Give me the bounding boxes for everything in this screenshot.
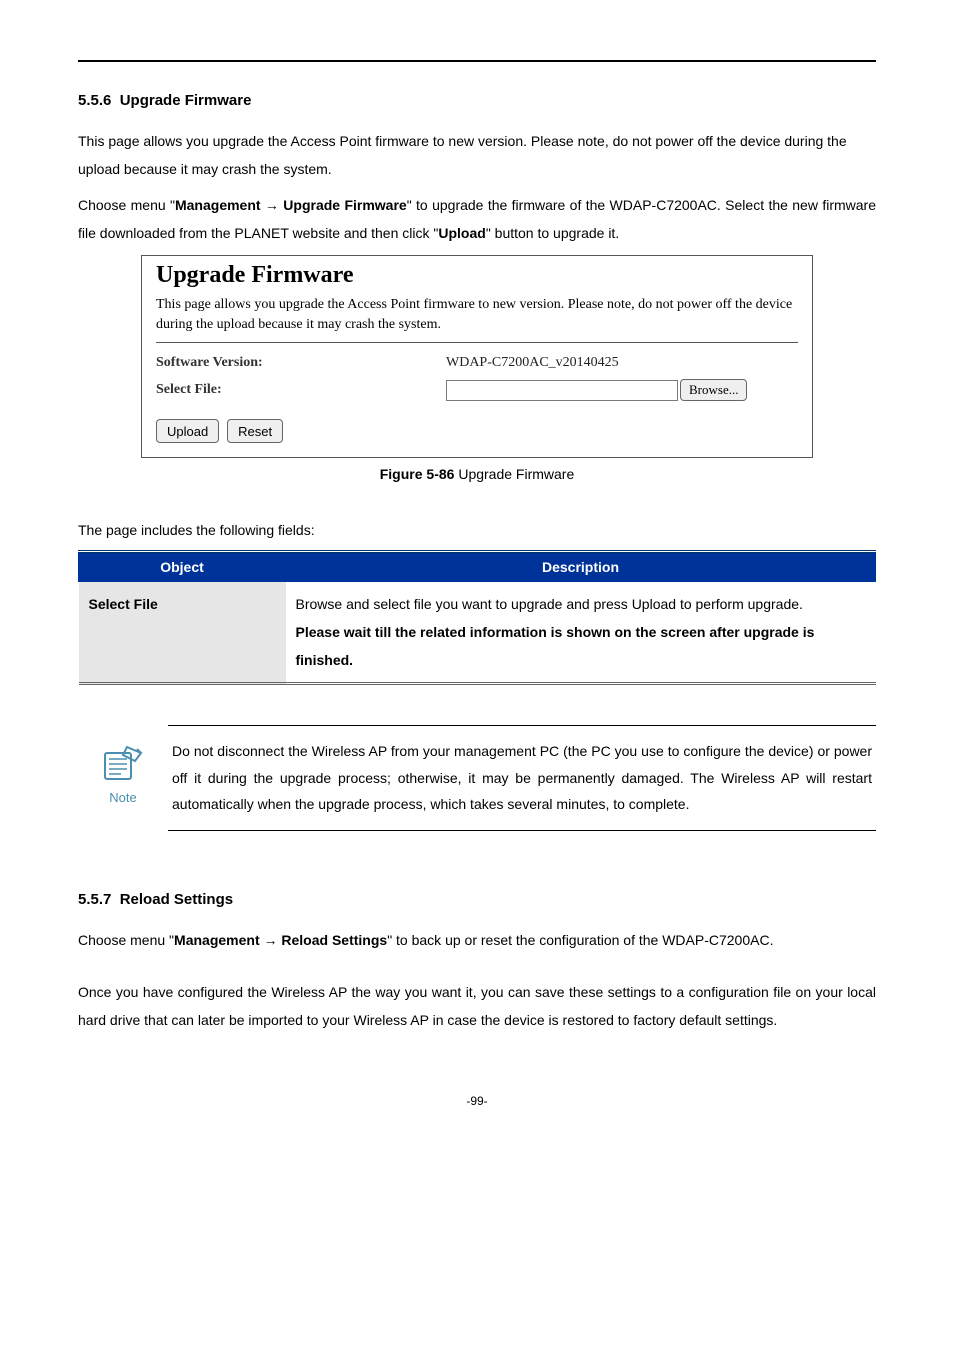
text-fragment: Choose menu " xyxy=(78,932,174,948)
table-cell-object: Select File xyxy=(79,582,286,684)
table-header-description: Description xyxy=(286,552,876,582)
reload-intro-2: Once you have configured the Wireless AP… xyxy=(78,978,876,1034)
select-file-label: Select File: xyxy=(156,382,446,398)
header-rule xyxy=(78,60,876,62)
screenshot-title: Upgrade Firmware xyxy=(156,262,798,289)
upload-text: Upload xyxy=(438,225,485,241)
page-number: -99- xyxy=(78,1094,876,1108)
reset-button[interactable]: Reset xyxy=(227,419,283,443)
note-icon xyxy=(101,743,145,783)
figure-caption: Figure 5-86 Upgrade Firmware xyxy=(78,466,876,482)
text-fragment: Choose menu " xyxy=(78,197,175,213)
menu-path-management: Management xyxy=(175,197,261,213)
upload-button[interactable]: Upload xyxy=(156,419,219,443)
text-fragment: Browse and select file you want to upgra… xyxy=(296,596,803,612)
text-fragment: " to back up or reset the configuration … xyxy=(387,932,773,948)
table-header-object: Object xyxy=(79,552,286,582)
arrow-icon: → xyxy=(261,197,284,213)
description-table: Object Description Select File Browse an… xyxy=(78,550,876,685)
menu-path-reload-settings: Reload Settings xyxy=(281,932,387,948)
section-title-text: Reload Settings xyxy=(120,891,233,908)
figure-caption-text: Upgrade Firmware xyxy=(454,466,574,482)
table-cell-description: Browse and select file you want to upgra… xyxy=(286,582,876,684)
upgrade-firmware-screenshot: Upgrade Firmware This page allows you up… xyxy=(141,255,813,458)
software-version-value: WDAP-C7200AC_v20140425 xyxy=(446,355,619,371)
menu-path-upgrade-firmware: Upgrade Firmware xyxy=(283,197,406,213)
note-text: Do not disconnect the Wireless AP from y… xyxy=(168,725,876,831)
note-block: Note Do not disconnect the Wireless AP f… xyxy=(78,725,876,831)
text-fragment: " button to upgrade it. xyxy=(486,225,619,241)
section-5-5-7-heading: 5.5.7 Reload Settings xyxy=(78,891,876,908)
screenshot-divider xyxy=(156,342,798,343)
section-title-text: Upgrade Firmware xyxy=(120,92,252,109)
reload-intro-1: Choose menu "Management → Reload Setting… xyxy=(78,926,876,954)
note-label: Note xyxy=(78,790,168,805)
section-number: 5.5.7 xyxy=(78,891,111,908)
file-input[interactable] xyxy=(446,380,678,401)
software-version-label: Software Version: xyxy=(156,355,446,371)
intro-paragraph-2: Choose menu "Management → Upgrade Firmwa… xyxy=(78,191,876,247)
table-row: Select File Browse and select file you w… xyxy=(79,582,876,684)
section-number: 5.5.6 xyxy=(78,92,111,109)
fields-intro: The page includes the following fields: xyxy=(78,522,876,538)
screenshot-description: This page allows you upgrade the Access … xyxy=(156,295,798,334)
browse-button[interactable]: Browse... xyxy=(680,379,747,401)
text-fragment: Please wait till the related information… xyxy=(296,624,815,668)
section-5-5-6-heading: 5.5.6 Upgrade Firmware xyxy=(78,92,876,109)
figure-label: Figure 5-86 xyxy=(380,466,455,482)
menu-path-management: Management xyxy=(174,932,260,948)
arrow-icon: → xyxy=(260,932,282,948)
intro-paragraph-1: This page allows you upgrade the Access … xyxy=(78,127,876,183)
